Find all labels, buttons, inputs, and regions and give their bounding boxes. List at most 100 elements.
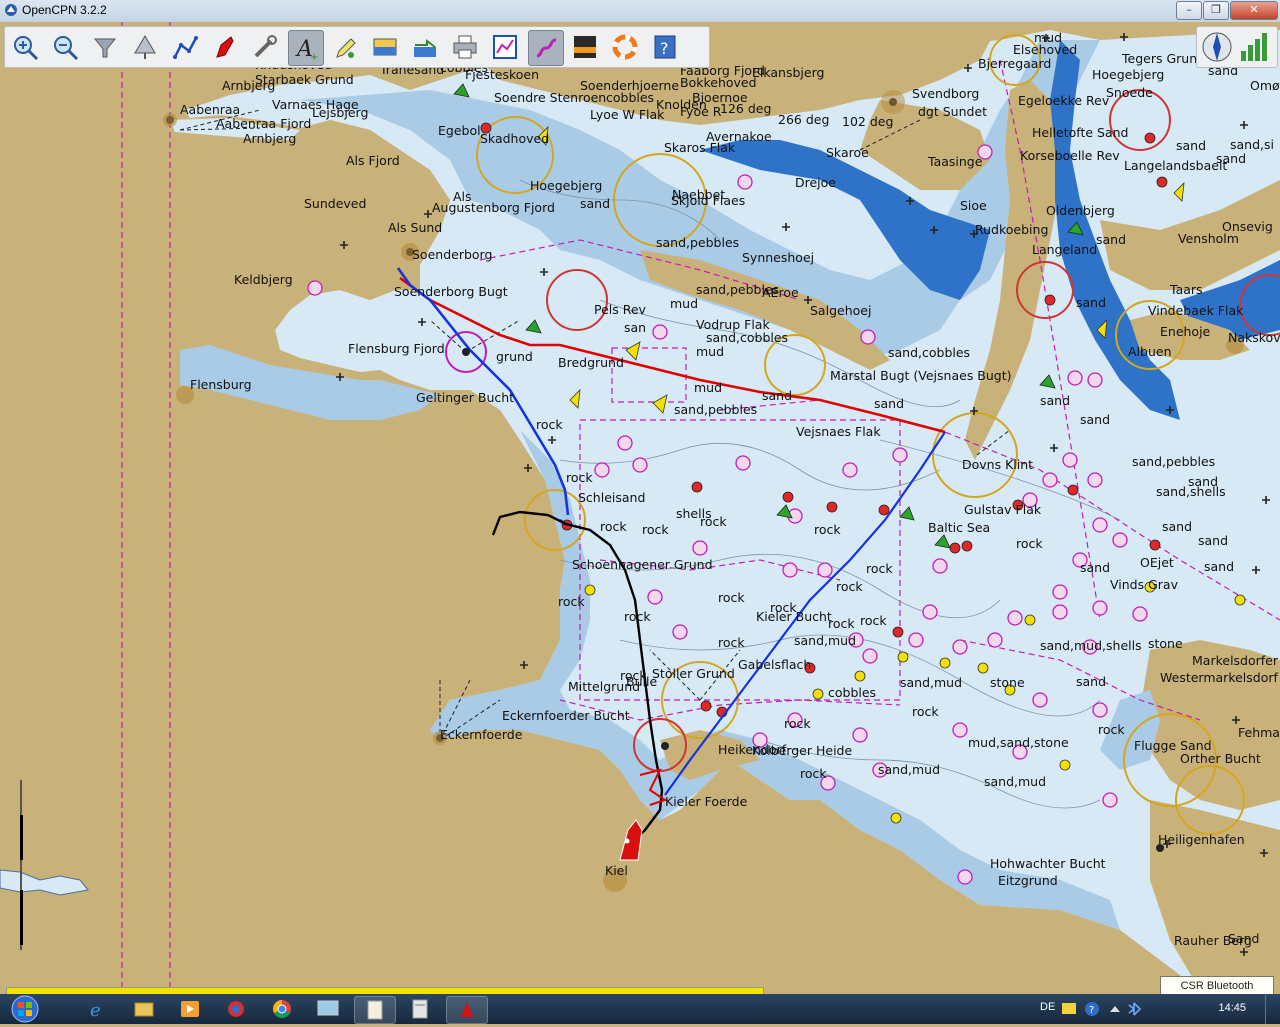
chart-place-label: Kieler Bucht: [756, 609, 832, 624]
chart-labels: KnudshovedStarbaek GrundArnbjergTranesan…: [0, 22, 1280, 990]
svg-text:e: e: [90, 1000, 101, 1021]
chart-place-label: sand: [1040, 393, 1071, 408]
gps-signal-icon[interactable]: [1241, 33, 1267, 61]
chart-place-label: Hoegebjerg: [1092, 67, 1165, 82]
chart-place-label: rock: [700, 514, 727, 529]
language-indicator[interactable]: DE: [1040, 1001, 1055, 1013]
chart-place-label: Bjerregaard: [978, 56, 1052, 71]
chart-place-label: san: [624, 320, 647, 335]
chart-place-label: rock: [814, 522, 841, 537]
compass-icon[interactable]: [1202, 32, 1232, 62]
chart-place-label: Aabenraa: [180, 102, 241, 117]
tray-icons: ?: [1062, 1002, 1142, 1016]
taskbar-chrome[interactable]: [262, 996, 302, 1022]
chart-place-label: Flensburg: [190, 377, 252, 392]
chart-place-label: mud: [694, 380, 723, 395]
chart-place-label: Fehmarn: [1238, 725, 1280, 740]
chart-place-label: mud: [670, 296, 699, 311]
chart-place-label: Heiligenhafen: [1158, 832, 1245, 847]
taskbar-ie[interactable]: e: [78, 996, 118, 1022]
monitor-icon: [317, 1000, 339, 1016]
chart-place-label: Svendborg: [912, 86, 980, 101]
minimize-button[interactable]: –: [1176, 1, 1202, 20]
taskbar-explorer[interactable]: [124, 996, 164, 1022]
chart-place-label: rock: [536, 417, 563, 432]
track-icon: [536, 38, 557, 58]
text-add-icon: A+: [295, 37, 318, 62]
chart-place-label: Tegers Grund: [1122, 51, 1206, 66]
chart-place-label: Pels Rev: [594, 302, 646, 317]
chart-place-label: rock: [600, 519, 627, 534]
zoom-out-button[interactable]: [48, 30, 82, 64]
taskbar-opencpn[interactable]: [446, 996, 488, 1024]
chart-place-label: Taasinge: [928, 154, 983, 169]
settings-button[interactable]: [248, 30, 282, 64]
taskbar-app-docs[interactable]: [400, 996, 440, 1022]
taskbar-app-notes[interactable]: [354, 996, 396, 1024]
chart-place-label: Langeland: [1032, 242, 1098, 257]
chart-place-label: rock: [1016, 536, 1043, 551]
taskbar-media[interactable]: [170, 996, 210, 1022]
chart-place-label: rock: [860, 613, 887, 628]
chart-place-label: rock: [800, 766, 827, 781]
system-clock[interactable]: 14:45: [1218, 1002, 1246, 1014]
route-button[interactable]: [168, 30, 202, 64]
maximize-button[interactable]: ❐: [1203, 1, 1229, 20]
window-titlebar: OpenCPN 3.2.2 – ❐ ✕: [0, 0, 1280, 23]
tide-button[interactable]: [368, 30, 402, 64]
chart-place-label: mud: [1034, 30, 1063, 45]
tide-icon: [373, 38, 397, 56]
chart-place-label: Vejsnaes Flak: [796, 424, 881, 439]
route-icon: [173, 36, 198, 59]
chart-place-label: Kolberger Heide: [752, 743, 853, 758]
taskbar-app-screen[interactable]: [308, 996, 348, 1022]
color-scheme-button[interactable]: [568, 30, 602, 64]
scale-out-button[interactable]: [128, 30, 162, 64]
chart-place-label: Als Sund: [388, 220, 443, 235]
current-button[interactable]: [328, 30, 362, 64]
current-arrow-button[interactable]: [408, 30, 442, 64]
taskbar-app-network[interactable]: [216, 996, 256, 1022]
chart-canvas[interactable]: KnudshovedStarbaek GrundArnbjergTranesan…: [0, 22, 1280, 990]
text-button[interactable]: A +: [288, 30, 324, 66]
auto-follow-button[interactable]: [208, 30, 242, 64]
chart-place-label: Korseboelle Rev: [1020, 148, 1120, 163]
keyboard-icon: [1062, 1003, 1076, 1014]
chart-place-label: sand,mud: [900, 675, 963, 690]
start-button[interactable]: [6, 994, 44, 1024]
track-button[interactable]: [528, 30, 564, 66]
show-desktop-button[interactable]: [1265, 994, 1280, 1024]
opencpn-app-icon: [5, 4, 17, 16]
chart-place-label: Onsevig: [1222, 219, 1273, 234]
mob-button[interactable]: [608, 30, 642, 64]
print-button[interactable]: [448, 30, 482, 64]
chart-place-label: Arnbjerg: [222, 78, 276, 93]
bluetooth-icon: [1128, 1002, 1142, 1016]
chart-place-label: Egeloekke Rev: [1018, 93, 1110, 108]
chart-place-label: Oldenbjerg: [1046, 203, 1115, 218]
chart-place-label: Elkansbjerg: [752, 65, 825, 80]
chart-place-label: Kieler Foerde: [665, 794, 748, 809]
help-button[interactable]: ?: [648, 30, 682, 64]
chart-place-label: Sioe: [960, 198, 987, 213]
status-toolbar: [1196, 26, 1278, 68]
chart-place-label: mud,sand,stone: [968, 735, 1069, 750]
media-player-icon: [181, 1001, 199, 1017]
scale-in-button[interactable]: [88, 30, 122, 64]
chart-place-label: Flensburg Fjord: [348, 341, 445, 356]
chart-place-label: Skjold Flaes: [671, 193, 746, 208]
chart-place-label: Hohwachter Bucht: [990, 856, 1106, 871]
chart-place-label: rock: [718, 635, 745, 650]
funnel-up-icon: [134, 35, 156, 59]
chart-place-label: Synneshoej: [742, 250, 815, 265]
chart-place-label: Keldbjerg: [234, 272, 293, 287]
chart-place-label: Avernakoe: [706, 129, 772, 144]
chart-place-label: Skaroe: [826, 145, 869, 160]
zoom-in-button[interactable]: [8, 30, 42, 64]
route-manager-button[interactable]: [488, 30, 522, 64]
chart-place-label: Drejoe: [795, 175, 836, 190]
chart-place-label: sand,mud: [794, 633, 857, 648]
chart-place-label: cobbles: [606, 90, 655, 105]
close-button[interactable]: ✕: [1230, 1, 1278, 20]
chart-place-label: rock: [566, 470, 593, 485]
